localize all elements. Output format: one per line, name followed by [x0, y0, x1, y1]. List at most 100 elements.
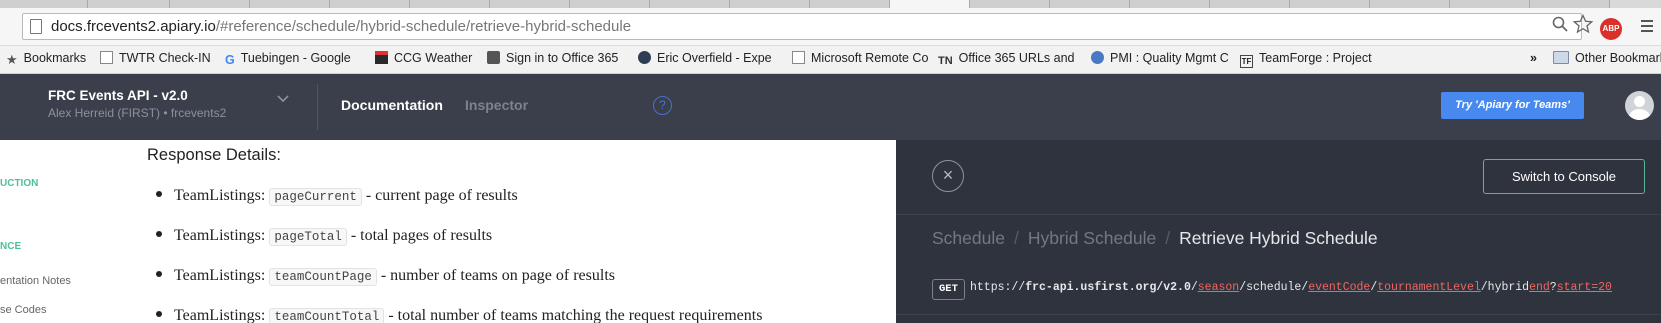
- bookmarks-button[interactable]: ★ Bookmarks: [6, 51, 87, 67]
- browser-tab[interactable]: [0, 0, 88, 8]
- list-item: TeamListings: pageTotal - total pages of…: [156, 227, 492, 246]
- sidebar-item-documentation-notes[interactable]: entation Notes: [0, 275, 71, 287]
- tab-inspector[interactable]: Inspector: [465, 97, 528, 113]
- section-heading: Response Details:: [147, 146, 281, 164]
- tn-icon: TN: [938, 55, 953, 67]
- bookmark-item[interactable]: TWTR Check-IN: [100, 51, 211, 65]
- bookmark-item[interactable]: Sign in to Office 365: [487, 51, 618, 65]
- bookmark-item[interactable]: PMI : Quality Mgmt C: [1091, 51, 1229, 65]
- browser-tab[interactable]: [1050, 0, 1130, 8]
- inline-code: teamCountPage: [269, 268, 377, 286]
- avatar[interactable]: [1625, 91, 1654, 120]
- browser-tab[interactable]: [490, 0, 570, 8]
- profile-icon: [638, 51, 651, 64]
- browser-tab-active[interactable]: [890, 0, 970, 8]
- browser-tab[interactable]: [570, 0, 650, 8]
- close-icon[interactable]: ×: [932, 160, 964, 192]
- bookmark-label: Microsoft Remote Co: [811, 51, 929, 65]
- url-param-tournamentlevel[interactable]: tournamentLevel: [1377, 281, 1481, 294]
- browser-tab[interactable]: [1130, 0, 1210, 8]
- inline-code: pageTotal: [269, 228, 347, 246]
- browser-tab[interactable]: [1210, 0, 1290, 8]
- page-icon: [792, 51, 805, 64]
- list-item: TeamListings: teamCountTotal - total num…: [156, 307, 762, 323]
- chevron-down-icon[interactable]: [277, 94, 289, 106]
- bookmark-label: CCG Weather: [394, 51, 473, 65]
- browser-tab-strip[interactable]: [0, 0, 1661, 8]
- star-icon: ★: [6, 52, 18, 67]
- google-icon: G: [225, 53, 235, 67]
- bookmark-label: Other Bookmarks: [1575, 51, 1661, 65]
- bookmark-item[interactable]: TF TeamForge : Project: [1240, 51, 1372, 68]
- browser-tab[interactable]: [1530, 0, 1610, 8]
- bookmark-item[interactable]: CCG Weather: [375, 51, 472, 65]
- url-param-end[interactable]: end: [1529, 281, 1550, 294]
- url-param-eventcode[interactable]: eventCode: [1308, 281, 1370, 294]
- browser-tab[interactable]: [1450, 0, 1530, 8]
- inline-code: teamCountTotal: [269, 308, 385, 323]
- browser-tab[interactable]: [810, 0, 890, 8]
- try-apiary-for-teams-button[interactable]: Try 'Apiary for Teams': [1441, 92, 1584, 119]
- bookmark-star-icon[interactable]: [1572, 13, 1594, 39]
- other-bookmarks-folder[interactable]: Other Bookmarks: [1553, 51, 1661, 65]
- documentation-content: UCTION NCE entation Notes se Codes Respo…: [0, 140, 896, 323]
- browser-tab[interactable]: [970, 0, 1050, 8]
- search-icon[interactable]: [1552, 16, 1568, 37]
- bookmark-item[interactable]: Microsoft Remote Co: [792, 51, 928, 65]
- bookmark-label: Eric Overfield - Expe: [657, 51, 772, 65]
- browser-tab[interactable]: [170, 0, 250, 8]
- breadcrumb-schedule[interactable]: Schedule: [932, 228, 1005, 248]
- tab-documentation[interactable]: Documentation: [341, 97, 443, 113]
- browser-toolbar: docs.frcevents2.apiary.io/#reference/sch…: [0, 8, 1661, 46]
- bookmark-label: Sign in to Office 365: [506, 51, 619, 65]
- divider: [317, 84, 318, 130]
- browser-menu-icon[interactable]: [1640, 17, 1661, 41]
- bookmark-label: Tuebingen - Google: [240, 51, 351, 65]
- endpoint-url: https://frc-api.usfirst.org/v2.0/season/…: [970, 281, 1612, 294]
- bookmark-label: Bookmarks: [23, 51, 87, 65]
- browser-tab[interactable]: [88, 0, 170, 8]
- divider: [896, 214, 1661, 215]
- app-header: FRC Events API - v2.0 Alex Herreid (FIRS…: [0, 74, 1661, 140]
- sidebar-item-introduction[interactable]: UCTION: [0, 178, 38, 189]
- list-item: TeamListings: teamCountPage - number of …: [156, 267, 615, 286]
- bookmark-label: PMI : Quality Mgmt C: [1110, 51, 1229, 65]
- sidebar-item-reference[interactable]: NCE: [0, 241, 21, 252]
- address-bar[interactable]: docs.frcevents2.apiary.io/#reference/sch…: [22, 13, 1582, 40]
- browser-tab[interactable]: [730, 0, 810, 8]
- page-icon: [100, 51, 113, 64]
- adblock-icon[interactable]: ABP: [1600, 18, 1622, 40]
- bookmark-item[interactable]: G Tuebingen - Google: [225, 51, 351, 67]
- url-param-start[interactable]: start=20: [1557, 281, 1612, 294]
- url-text[interactable]: docs.frcevents2.apiary.io/#reference/sch…: [51, 18, 631, 35]
- bookmark-item[interactable]: TN Office 365 URLs and: [938, 51, 1074, 68]
- request-panel: × Switch to Console Schedule / Hybrid Sche…: [896, 140, 1661, 323]
- bookmark-label: TWTR Check-IN: [119, 51, 211, 65]
- browser-tab[interactable]: [650, 0, 730, 8]
- inline-code: pageCurrent: [269, 188, 362, 206]
- globe-icon: [1091, 51, 1104, 64]
- browser-tab[interactable]: [1370, 0, 1450, 8]
- weather-icon: [375, 51, 388, 64]
- help-icon[interactable]: ?: [653, 96, 672, 115]
- switch-to-console-button[interactable]: Switch to Console: [1483, 159, 1645, 194]
- breadcrumb-hybrid-schedule[interactable]: Hybrid Schedule: [1028, 228, 1156, 248]
- breadcrumb-current: Retrieve Hybrid Schedule: [1179, 228, 1378, 248]
- bookmark-label: TeamForge : Project: [1259, 51, 1372, 65]
- bookmarks-bar: ★ Bookmarks TWTR Check-IN G Tuebingen - Go…: [0, 46, 1661, 74]
- browser-tab[interactable]: [410, 0, 490, 8]
- browser-tab[interactable]: [330, 0, 410, 8]
- folder-icon: [1553, 51, 1569, 64]
- browser-tab[interactable]: [1290, 0, 1370, 8]
- api-title[interactable]: FRC Events API - v2.0: [48, 88, 188, 103]
- divider: [896, 314, 1661, 315]
- office-icon: [487, 51, 500, 64]
- url-param-season[interactable]: season: [1198, 281, 1239, 294]
- bookmarks-overflow-button[interactable]: »: [1530, 51, 1537, 65]
- url-host: docs.frcevents2.apiary.io: [51, 18, 216, 35]
- bookmark-item[interactable]: Eric Overfield - Expe: [638, 51, 772, 65]
- sidebar-item-response-codes[interactable]: se Codes: [0, 304, 46, 316]
- http-method-badge: GET: [932, 279, 965, 300]
- browser-tab[interactable]: [250, 0, 330, 8]
- bookmark-label: Office 365 URLs and: [958, 51, 1075, 65]
